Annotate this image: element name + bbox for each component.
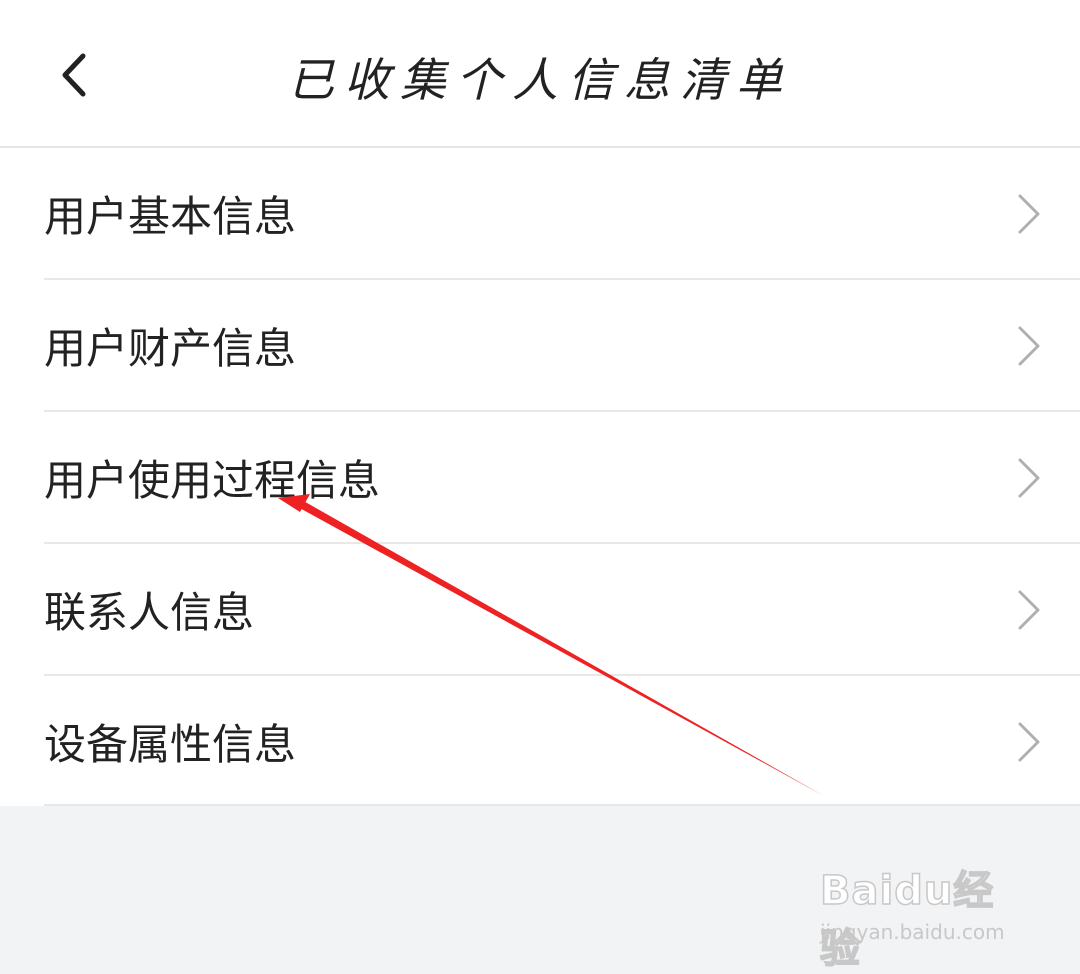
watermark-logo: Baidu经验 (819, 867, 995, 973)
list-item-contacts-info[interactable]: 联系人信息 (0, 544, 1080, 674)
chevron-right-icon (1018, 458, 1040, 498)
watermark-url: jingyan.baidu.com (820, 920, 1005, 944)
list-item-usage-info[interactable]: 用户使用过程信息 (0, 412, 1080, 542)
list-item-label: 联系人信息 (44, 587, 255, 637)
divider (44, 804, 1080, 806)
chevron-right-icon (1018, 194, 1040, 234)
list-item-property-info[interactable]: 用户财产信息 (0, 280, 1080, 410)
list-item-label: 用户财产信息 (44, 323, 297, 373)
chevron-right-icon (1018, 722, 1040, 762)
list-item-device-info[interactable]: 设备属性信息 (0, 676, 1080, 806)
info-category-list: 用户基本信息 用户财产信息 用户使用过程信息 联系人信息 设备属性信息 (0, 148, 1080, 806)
chevron-right-icon (1018, 590, 1040, 630)
list-item-label: 设备属性信息 (44, 719, 297, 769)
list-item-label: 用户基本信息 (44, 191, 297, 241)
list-item-label: 用户使用过程信息 (44, 455, 381, 505)
list-item-basic-info[interactable]: 用户基本信息 (0, 148, 1080, 278)
top-app-bar: 已收集个人信息清单 (0, 0, 1080, 148)
page-title: 已收集个人信息清单 (288, 53, 792, 107)
chevron-right-icon (1018, 326, 1040, 366)
baidu-jingyan-watermark: Baidu经验 jingyan.baidu.com (819, 848, 1020, 973)
